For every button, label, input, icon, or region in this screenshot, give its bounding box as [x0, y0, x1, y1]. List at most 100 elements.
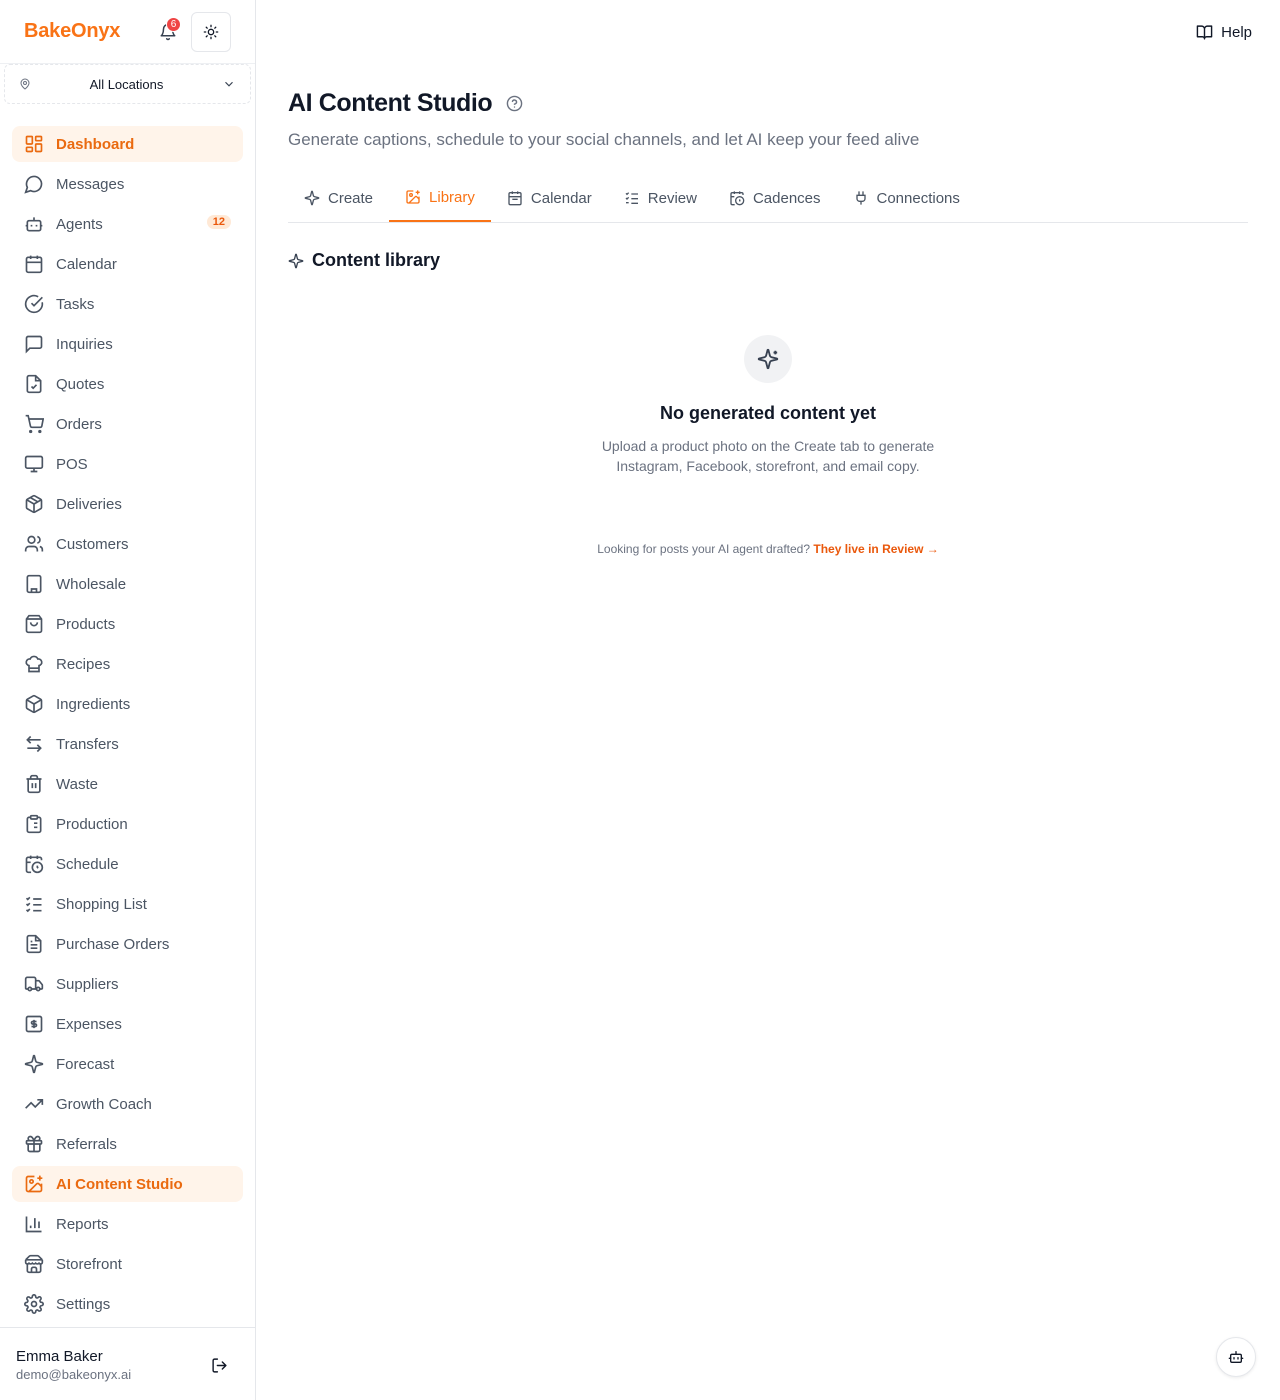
monitor-icon — [24, 454, 44, 474]
sidebar-item-label: Customers — [56, 535, 129, 553]
sidebar-item-expenses[interactable]: Expenses — [12, 1006, 243, 1042]
sidebar-item-quotes[interactable]: Quotes — [12, 366, 243, 402]
sidebar-item-deliveries[interactable]: Deliveries — [12, 486, 243, 522]
plug-icon — [855, 191, 866, 205]
sidebar-item-ingredients[interactable]: Ingredients — [12, 686, 243, 722]
sidebar-item-messages[interactable]: Messages — [12, 166, 243, 202]
sidebar-item-recipes[interactable]: Recipes — [12, 646, 243, 682]
review-hint: Looking for posts your AI agent drafted?… — [512, 542, 1024, 556]
check-circle-icon — [24, 294, 44, 314]
sidebar-item-forecast[interactable]: Forecast — [12, 1046, 243, 1082]
calendar-clock-icon — [24, 854, 44, 874]
sidebar-item-production[interactable]: Production — [12, 806, 243, 842]
book-open-icon — [1196, 25, 1213, 40]
location-select[interactable]: All Locations — [4, 64, 251, 104]
sidebar-item-products[interactable]: Products — [12, 606, 243, 642]
package-icon — [24, 494, 44, 514]
sidebar-item-label: Storefront — [56, 1255, 122, 1273]
shopping-bag-icon — [24, 614, 44, 634]
sidebar-item-calendar[interactable]: Calendar — [12, 246, 243, 282]
sidebar-item-schedule[interactable]: Schedule — [12, 846, 243, 882]
page-title: AI Content Studio — [288, 89, 493, 117]
sidebar-item-dashboard[interactable]: Dashboard — [12, 126, 243, 162]
dashboard-icon — [24, 134, 44, 154]
page-title-row: AI Content Studio — [288, 89, 523, 118]
list-check-icon — [24, 894, 44, 914]
sidebar-item-label: Orders — [56, 415, 102, 433]
user-email: demo@bakeonyx.ai — [16, 1367, 132, 1382]
image-plus-icon — [406, 190, 420, 204]
file-text-icon — [24, 934, 44, 954]
sidebar-item-label: Suppliers — [56, 975, 119, 993]
sidebar-item-label: Shopping List — [56, 895, 147, 913]
sidebar-item-wholesale[interactable]: Wholesale — [12, 566, 243, 602]
sidebar-item-transfers[interactable]: Transfers — [12, 726, 243, 762]
tab-library[interactable]: Library — [389, 174, 491, 222]
sidebar-item-waste[interactable]: Waste — [12, 766, 243, 802]
empty-state-line: Upload a product photo on the Create tab… — [601, 438, 935, 454]
tab-label: Create — [328, 189, 374, 207]
sidebar-item-label: Deliveries — [56, 495, 122, 513]
sidebar-item-orders[interactable]: Orders — [12, 406, 243, 442]
sidebar-item-label: Forecast — [56, 1055, 115, 1073]
file-check-icon — [24, 374, 44, 394]
ai-assistant-button[interactable] — [1216, 1337, 1256, 1377]
sidebar-item-label: Tasks — [56, 295, 95, 313]
sidebar-item-label: Products — [56, 615, 116, 633]
tab-calendar[interactable]: Calendar — [491, 174, 608, 222]
sidebar-item-label: Dashboard — [56, 135, 135, 153]
sidebar-item-ai-content-studio[interactable]: AI Content Studio — [12, 1166, 243, 1202]
sidebar-item-label: Recipes — [56, 655, 111, 673]
map-pin-icon — [20, 78, 30, 90]
sidebar-item-inquiries[interactable]: Inquiries — [12, 326, 243, 362]
sidebar-item-pos[interactable]: POS — [12, 446, 243, 482]
section-title: Content library — [312, 250, 441, 270]
sidebar-item-label: Ingredients — [56, 695, 131, 713]
tab-create[interactable]: Create — [288, 174, 389, 222]
sidebar-item-reports[interactable]: Reports — [12, 1206, 243, 1242]
store-icon — [24, 1254, 44, 1274]
chevron-down-icon — [225, 81, 233, 87]
calendar-icon — [24, 254, 44, 274]
sidebar-item-storefront[interactable]: Storefront — [12, 1246, 243, 1282]
review-link[interactable]: They live in Review → — [813, 542, 938, 556]
sidebar-item-customers[interactable]: Customers — [12, 526, 243, 562]
tab-review[interactable]: Review — [608, 174, 713, 222]
sun-icon — [203, 24, 219, 40]
tab-label: Connections — [876, 189, 960, 207]
users-icon — [24, 534, 44, 554]
sparkles-icon — [288, 253, 304, 268]
dollar-square-icon — [24, 1014, 44, 1034]
empty-state: No generated content yet Upload a produc… — [512, 335, 1024, 556]
tab-cadences[interactable]: Cadences — [713, 174, 837, 222]
sidebar-item-growth-coach[interactable]: Growth Coach — [12, 1086, 243, 1122]
list-check-icon — [625, 192, 638, 204]
sidebar-item-settings[interactable]: Settings — [12, 1286, 243, 1322]
trending-up-icon — [24, 1094, 44, 1114]
main-content: Help AI Content Studio Generate captions… — [256, 0, 1280, 1400]
sidebar-item-purchase-orders[interactable]: Purchase Orders — [12, 926, 243, 962]
sidebar-item-label: Wholesale — [56, 575, 127, 593]
tab-connections[interactable]: Connections — [837, 174, 976, 222]
sidebar-item-agents[interactable]: Agents 12 — [12, 206, 243, 242]
cart-icon — [24, 414, 44, 434]
bar-chart-icon — [24, 1214, 44, 1234]
sidebar-item-label: Reports — [56, 1215, 109, 1233]
box-icon — [24, 694, 44, 714]
help-button[interactable]: Help — [1196, 24, 1252, 41]
sidebar-item-shopping-list[interactable]: Shopping List — [12, 886, 243, 922]
review-hint-text: Looking for posts your AI agent drafted? — [597, 542, 811, 556]
theme-toggle-button[interactable] — [191, 12, 231, 52]
sidebar-item-referrals[interactable]: Referrals — [12, 1126, 243, 1162]
sidebar-item-suppliers[interactable]: Suppliers — [12, 966, 243, 1002]
sidebar-nav: Dashboard Messages Agents 12 Calendar Ta… — [12, 126, 243, 1326]
sidebar: BakeOnyx 6 All Locations Dashboard Messa… — [0, 0, 256, 1400]
sidebar-item-tasks[interactable]: Tasks — [12, 286, 243, 322]
brand-logo[interactable]: BakeOnyx — [24, 20, 120, 43]
sidebar-item-label: Schedule — [56, 855, 119, 873]
logout-button[interactable] — [208, 1354, 230, 1376]
notifications-button[interactable]: 6 — [154, 17, 182, 46]
help-circle-icon[interactable] — [506, 95, 523, 112]
building-icon — [24, 574, 44, 594]
truck-icon — [24, 974, 44, 994]
